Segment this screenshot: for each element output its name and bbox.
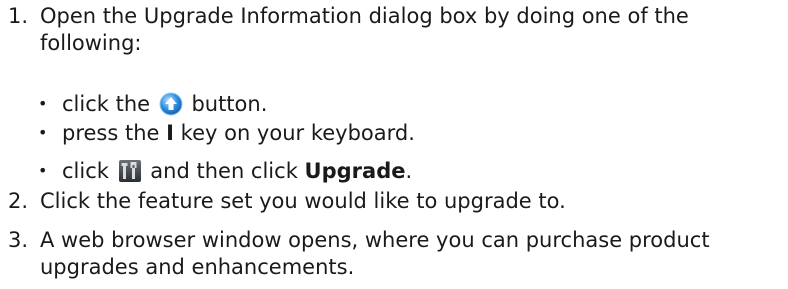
step-text: Open the Upgrade Information dialog box … [40, 4, 689, 28]
keyboard-key: I [166, 121, 174, 145]
bullet-text-part: key on your keyboard. [180, 121, 415, 145]
step-number: 3. [8, 228, 29, 252]
bullet-marker: • [38, 123, 48, 142]
step-text: Click the feature set you would like to … [40, 189, 566, 213]
bullet-text-part: and then click [150, 159, 298, 183]
bullet-marker: • [38, 161, 48, 180]
step-number: 2. [8, 189, 29, 213]
bullet-text-part: click [62, 159, 109, 183]
bullet-text: click the button. [62, 91, 267, 117]
instructions-document: 1. Open the Upgrade Information dialog b… [0, 0, 788, 289]
bullet-text-part: press the [62, 121, 160, 145]
bullet-marker: • [38, 94, 48, 113]
upgrade-arrow-icon [159, 92, 183, 116]
bullet-text: press the I key on your keyboard. [62, 120, 415, 146]
bullet-text-part: button. [191, 92, 268, 116]
step-text: upgrades and enhancements. [40, 255, 355, 279]
menu-item-name: Upgrade [304, 159, 406, 183]
step-text: A web browser window opens, where you ca… [40, 228, 710, 252]
tools-icon [118, 160, 141, 182]
bullet-text-part: click the [62, 92, 151, 116]
bullet-text-part: . [405, 159, 413, 183]
step-number: 1. [8, 4, 29, 28]
step-text: following: [40, 31, 142, 55]
bullet-text: click and then click Upgrade. [62, 158, 412, 184]
